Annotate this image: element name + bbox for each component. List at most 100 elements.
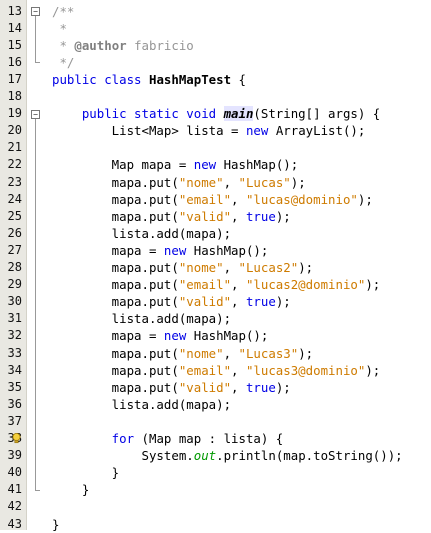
code-line[interactable]: 38 for (Map map : lista) { [0,430,431,447]
fold-toggle-icon[interactable]: − [31,109,40,119]
code-token: } [52,516,60,532]
code-line[interactable]: 36 lista.add(mapa); [0,396,431,413]
code-token: "nome" [178,260,224,275]
code-line[interactable]: 25 mapa.put("valid", true); [0,208,431,225]
code-token: ); [357,191,373,207]
code-token: * [52,20,67,36]
code-line[interactable]: 31 lista.add(mapa); [0,310,431,327]
code-text[interactable]: */ [52,54,74,71]
code-token: public class [52,71,149,87]
code-line[interactable]: 42 [0,498,431,515]
line-number: 17 [7,71,22,86]
code-line[interactable]: 27 mapa = new HashMap(); [0,242,431,259]
code-token: fabricio [126,37,194,53]
code-token: (Map map : lista) { [134,431,284,446]
code-text[interactable]: mapa.put("email", "lucas3@dominio"); [52,362,381,379]
code-text[interactable]: lista.add(mapa); [52,310,231,327]
code-token: "lucas3@dominio" [245,362,366,378]
code-line[interactable]: 40 } [0,464,431,481]
code-text[interactable]: mapa.put("nome", "Lucas3"); [52,345,313,362]
lightbulb-icon[interactable] [12,433,21,444]
code-line[interactable]: 18 [0,88,431,105]
code-text[interactable]: mapa.put("valid", true); [52,208,291,225]
code-text[interactable]: for (Map map : lista) { [52,430,284,447]
code-line[interactable]: 28 mapa.put("nome", "Lucas2"); [0,259,431,276]
line-number: 36 [7,396,22,411]
code-line[interactable]: 19 public static void main(String[] args… [0,105,431,122]
code-line[interactable]: 13 /** [0,3,431,20]
code-line[interactable]: 24 mapa.put("email", "lucas@dominio"); [0,191,431,208]
code-token: { [231,71,246,87]
code-text[interactable]: lista.add(mapa); [52,225,231,242]
code-token: mapa = [52,242,164,258]
code-token: mapa.put( [52,294,179,310]
code-text[interactable]: mapa.put("email", "lucas@dominio"); [52,191,373,208]
code-line[interactable]: 21 [0,139,431,156]
code-line[interactable]: 39 System.out.println(map.toString()); [0,447,431,464]
code-line[interactable]: 23 mapa.put("nome", "Lucas"); [0,174,431,191]
code-text[interactable]: } [52,481,89,498]
line-number: 21 [7,140,22,155]
code-line[interactable]: 16 */ [0,54,431,71]
code-token: ); [298,345,314,361]
code-text[interactable]: } [52,464,119,481]
code-line[interactable]: 20 List<Map> lista = new ArrayList(); [0,122,431,139]
code-text[interactable]: mapa = new HashMap(); [52,242,269,259]
code-text[interactable]: List<Map> lista = new ArrayList(); [52,122,366,139]
code-line[interactable]: 35 mapa.put("valid", true); [0,379,431,396]
code-line[interactable]: 41 } [0,481,431,498]
code-text[interactable]: mapa.put("nome", "Lucas2"); [52,259,313,276]
fold-end-marker [35,489,40,491]
line-number: 24 [7,191,22,206]
code-editor[interactable]: 13/** 14 * 15 * @author fabricio 16 */17 pub… [0,0,431,533]
code-text[interactable]: /** [52,3,74,20]
code-text[interactable]: mapa.put("valid", true); [52,293,291,310]
code-text[interactable]: * [52,20,67,37]
code-token: "valid" [178,208,232,224]
code-text[interactable]: * @author fabricio [52,37,194,54]
line-number: 42 [7,499,22,514]
code-line[interactable]: 33 mapa.put("nome", "Lucas3"); [0,345,431,362]
code-token: "Lucas" [238,174,291,190]
code-token: mapa.put( [52,277,179,293]
code-line[interactable]: 32 mapa = new HashMap(); [0,327,431,344]
code-line[interactable]: 15 * @author fabricio [0,37,431,54]
code-text[interactable]: public static void main(String[] args) { [52,105,380,122]
code-token: ArrayList(); [268,123,366,139]
code-line[interactable]: 43} [0,516,431,533]
code-token: new [163,242,187,258]
code-token: for [52,431,135,446]
fold-toggle-icon[interactable]: − [31,7,40,16]
line-number: 31 [7,311,22,326]
code-text[interactable]: mapa.put("valid", true); [52,379,291,396]
code-token: HashMap(); [186,242,269,258]
code-line[interactable]: 26 lista.add(mapa); [0,225,431,242]
code-line[interactable]: 37 [0,413,431,430]
line-number: 29 [7,277,22,292]
code-token: , [231,208,246,224]
code-token: System. [52,448,194,464]
code-text[interactable]: Map mapa = new HashMap(); [52,156,299,173]
code-token: "nome" [178,174,224,190]
code-text[interactable]: System.out.println(map.toString()); [52,447,403,464]
code-line[interactable]: 29 mapa.put("email", "lucas2@dominio"); [0,276,431,293]
code-token: ); [365,277,381,293]
code-token: true [245,294,276,310]
code-line[interactable]: 34 mapa.put("email", "lucas3@dominio"); [0,362,431,379]
code-text[interactable]: mapa.put("nome", "Lucas"); [52,174,306,191]
code-line[interactable]: 14 * [0,20,431,37]
line-number: 39 [7,448,22,463]
code-token: @author [74,37,127,53]
code-text[interactable]: mapa = new HashMap(); [52,327,269,344]
code-token: .println(map.toString()); [216,448,403,464]
code-line[interactable]: 22 Map mapa = new HashMap(); [0,156,431,173]
code-text[interactable]: lista.add(mapa); [52,396,231,413]
code-text[interactable]: public class HashMapTest { [52,71,246,88]
line-number: 41 [7,482,22,497]
code-line[interactable]: 17 public class HashMapTest { [0,71,431,88]
code-token: "email" [178,277,232,293]
code-text[interactable]: mapa.put("email", "lucas2@dominio"); [52,276,381,293]
code-line[interactable]: 30 mapa.put("valid", true); [0,293,431,310]
code-text[interactable]: } [52,516,59,533]
code-token: (String[] args) { [253,106,381,122]
